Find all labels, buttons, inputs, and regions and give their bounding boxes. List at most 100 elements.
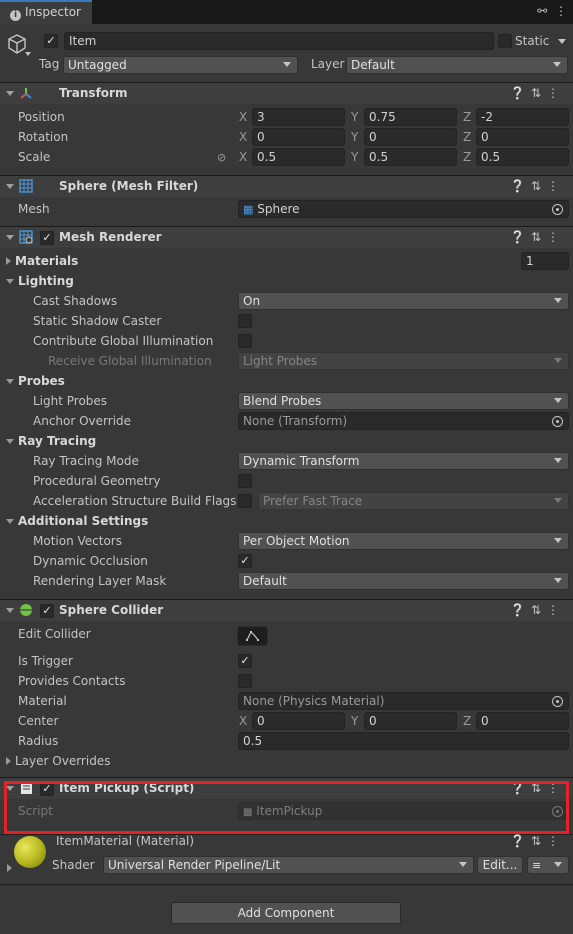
material-foldout-icon[interactable]	[7, 864, 12, 872]
axis-x-label: X	[239, 110, 248, 124]
axis-y-label: Y	[351, 130, 359, 144]
fold-arrow-icon[interactable]	[6, 235, 14, 240]
component-actions[interactable]: ❔⇅⋮	[510, 230, 565, 244]
foldout-expanded-icon	[6, 439, 14, 444]
component-actions[interactable]: ❔⇅⋮	[510, 179, 565, 193]
fold-arrow-icon[interactable]	[6, 91, 14, 96]
foldout-expanded-icon	[6, 279, 14, 284]
static-dropdown-arrow[interactable]	[558, 39, 566, 44]
axis-x-label: X	[239, 714, 248, 728]
ray-tracing-foldout[interactable]: Ray Tracing	[6, 434, 96, 448]
tab-inspector[interactable]: i Inspector	[0, 0, 92, 24]
object-picker-icon[interactable]	[552, 696, 563, 707]
receive-gi-dropdown: Light Probes	[238, 352, 569, 370]
mesh-object-field[interactable]: ▦ Sphere	[238, 200, 569, 218]
layer-overrides-foldout[interactable]: Layer Overrides	[6, 754, 110, 768]
dynamic-occlusion-checkbox[interactable]: ✓	[238, 554, 252, 568]
center-label: Center	[18, 714, 59, 728]
component-actions[interactable]: ❔⇅⋮	[510, 86, 565, 100]
position-z-input[interactable]: -2	[476, 108, 569, 126]
layer-dropdown[interactable]: Default	[346, 56, 568, 74]
object-name-input[interactable]: Item	[64, 32, 494, 50]
material-preview-sphere	[14, 836, 46, 868]
component-actions[interactable]: ❔⇅⋮	[510, 603, 565, 617]
mesh-filter-header[interactable]: Sphere (Mesh Filter) ❔⇅⋮	[0, 175, 573, 197]
edit-collider-button[interactable]	[237, 626, 268, 646]
physics-material-field[interactable]: None (Physics Material)	[238, 692, 569, 710]
presets-icon: ⇅	[530, 230, 547, 244]
contribute-gi-checkbox[interactable]	[238, 334, 252, 348]
presets-icon: ⇅	[530, 603, 547, 617]
fold-arrow-icon[interactable]	[6, 608, 14, 613]
radius-label: Radius	[18, 734, 59, 748]
position-y-input[interactable]: 0.75	[364, 108, 457, 126]
enabled-checkbox[interactable]: ✓	[40, 604, 54, 618]
materials-foldout[interactable]: Materials	[6, 254, 78, 268]
procedural-geometry-label: Procedural Geometry	[33, 474, 161, 488]
tab-options[interactable]: ⚯ ⋮	[537, 4, 567, 18]
component-actions[interactable]: ❔⇅⋮	[510, 834, 565, 848]
rendering-layer-mask-dropdown[interactable]: Default	[238, 572, 569, 590]
constrain-proportions-icon[interactable]: ⊘	[217, 151, 226, 164]
layer-label: Layer	[311, 57, 345, 71]
cast-shadows-dropdown[interactable]: On	[238, 292, 569, 310]
contribute-gi-label: Contribute Global Illumination	[33, 334, 214, 348]
ray-tracing-mode-dropdown[interactable]: Dynamic Transform	[238, 452, 569, 470]
foldout-expanded-icon	[6, 519, 14, 524]
object-picker-icon[interactable]	[552, 416, 563, 427]
sphere-collider-icon	[19, 603, 33, 620]
position-label: Position	[18, 110, 65, 124]
motion-vectors-label: Motion Vectors	[33, 534, 122, 548]
rotation-y-input[interactable]: 0	[364, 128, 457, 146]
mesh-renderer-header[interactable]: ✓ Mesh Renderer ❔⇅⋮	[0, 226, 573, 248]
procedural-geometry-checkbox[interactable]	[238, 474, 252, 488]
lock-icon[interactable]: ⚯	[537, 4, 547, 18]
active-checkbox[interactable]: ✓	[44, 34, 58, 48]
axis-y-label: Y	[351, 150, 359, 164]
scale-z-input[interactable]: 0.5	[476, 148, 569, 166]
is-trigger-label: Is Trigger	[18, 654, 73, 668]
provides-contacts-checkbox[interactable]	[238, 674, 252, 688]
mesh-renderer-icon	[19, 230, 33, 247]
sphere-collider-header[interactable]: ✓ Sphere Collider ❔⇅⋮	[0, 599, 573, 621]
scale-x-input[interactable]: 0.5	[252, 148, 345, 166]
shader-dropdown[interactable]: Universal Render Pipeline/Lit	[103, 856, 474, 874]
lighting-foldout[interactable]: Lighting	[6, 274, 74, 288]
position-x-input[interactable]: 3	[252, 108, 345, 126]
center-z-input[interactable]: 0	[476, 712, 569, 730]
radius-input[interactable]: 0.5	[238, 732, 569, 750]
enabled-checkbox[interactable]: ✓	[40, 231, 54, 245]
materials-count-input[interactable]: 1	[521, 252, 569, 270]
edit-shader-button[interactable]: Edit...	[477, 856, 523, 874]
anchor-override-field[interactable]: None (Transform)	[238, 412, 569, 430]
additional-settings-foldout[interactable]: Additional Settings	[6, 514, 148, 528]
separator	[0, 884, 573, 885]
fold-arrow-icon[interactable]	[6, 184, 14, 189]
static-shadow-caster-checkbox[interactable]	[238, 314, 252, 328]
icon-dropdown-arrow[interactable]	[25, 52, 31, 56]
edit-collider-label: Edit Collider	[18, 627, 91, 641]
probes-foldout[interactable]: Probes	[6, 374, 65, 388]
cast-shadows-label: Cast Shadows	[33, 294, 118, 308]
menu-dots-icon[interactable]: ⋮	[555, 4, 567, 18]
light-probes-dropdown[interactable]: Blend Probes	[238, 392, 569, 410]
shader-options-dropdown[interactable]: ≡	[527, 856, 569, 874]
tag-dropdown[interactable]: Untagged	[63, 56, 298, 74]
scale-y-input[interactable]: 0.5	[364, 148, 457, 166]
static-checkbox[interactable]	[498, 34, 512, 48]
center-y-input[interactable]: 0	[364, 712, 457, 730]
add-component-button[interactable]: Add Component	[171, 902, 401, 924]
provides-contacts-label: Provides Contacts	[18, 674, 126, 688]
mesh-renderer-title: Mesh Renderer	[59, 230, 162, 244]
accel-structure-checkbox[interactable]	[238, 494, 252, 508]
object-picker-icon[interactable]	[552, 204, 563, 215]
mesh-grid-icon	[19, 179, 33, 196]
rotation-z-input[interactable]: 0	[476, 128, 569, 146]
transform-header[interactable]: Transform ❔⇅⋮	[0, 82, 573, 104]
is-trigger-checkbox[interactable]: ✓	[238, 654, 252, 668]
rotation-x-input[interactable]: 0	[252, 128, 345, 146]
motion-vectors-dropdown[interactable]: Per Object Motion	[238, 532, 569, 550]
material-title: ItemMaterial (Material)	[56, 834, 194, 848]
axis-y-label: Y	[351, 110, 359, 124]
center-x-input[interactable]: 0	[252, 712, 345, 730]
